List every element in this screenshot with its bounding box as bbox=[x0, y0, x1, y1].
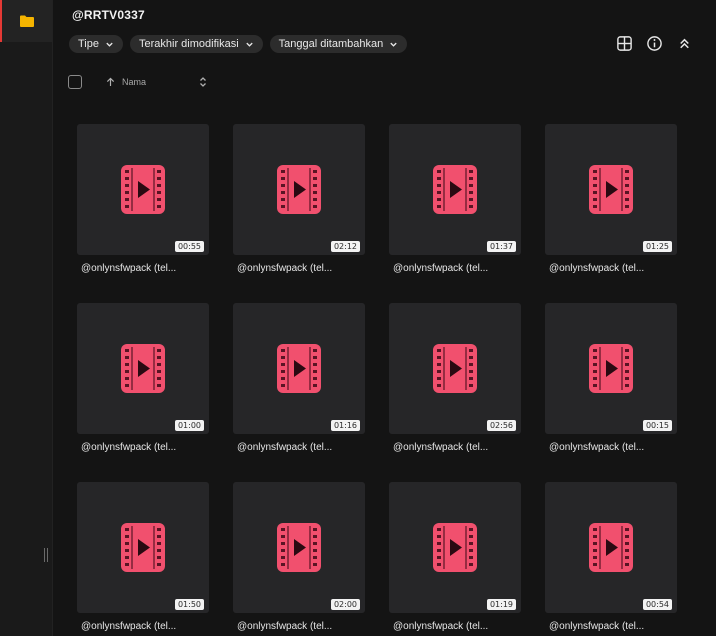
duration-badge: 01:19 bbox=[486, 599, 516, 610]
video-file-icon bbox=[277, 344, 321, 393]
file-name: @onlynsfwpack (tel... bbox=[81, 263, 177, 274]
video-file-icon bbox=[589, 344, 633, 393]
video-file-icon bbox=[121, 344, 165, 393]
video-thumbnail[interactable]: 02:00 bbox=[233, 482, 365, 613]
info-icon bbox=[647, 36, 662, 51]
arrow-up-icon bbox=[106, 77, 115, 87]
video-file-icon bbox=[433, 344, 477, 393]
video-thumbnail[interactable]: 00:55 bbox=[77, 124, 209, 255]
duration-badge: 01:00 bbox=[174, 420, 204, 431]
duration-badge: 01:16 bbox=[330, 420, 360, 431]
filter-label: Terakhir dimodifikasi bbox=[139, 38, 239, 50]
sidebar-item-folder[interactable] bbox=[0, 0, 52, 42]
video-file-icon bbox=[277, 165, 321, 214]
sort-bar: Nama bbox=[68, 73, 208, 91]
filter-last-modified[interactable]: Terakhir dimodifikasi bbox=[130, 35, 263, 53]
file-name: @onlynsfwpack (tel... bbox=[393, 442, 489, 453]
file-name: @onlynsfwpack (tel... bbox=[237, 263, 333, 274]
duration-badge: 01:50 bbox=[174, 599, 204, 610]
file-name: @onlynsfwpack (tel... bbox=[393, 263, 489, 274]
duration-badge: 00:54 bbox=[642, 599, 672, 610]
collapse-icon bbox=[680, 38, 689, 49]
filter-label: Tanggal ditambahkan bbox=[278, 38, 384, 50]
page-title: @RRTV0337 bbox=[72, 8, 145, 22]
sort-column-name[interactable]: Nama bbox=[106, 77, 146, 87]
video-file-icon bbox=[277, 523, 321, 572]
file-name: @onlynsfwpack (tel... bbox=[81, 621, 177, 632]
duration-badge: 00:55 bbox=[174, 241, 204, 252]
duration-badge: 02:56 bbox=[486, 420, 516, 431]
filter-label: Tipe bbox=[78, 38, 99, 50]
video-thumbnail[interactable]: 00:15 bbox=[545, 303, 677, 434]
chevron-down-icon bbox=[106, 42, 113, 47]
file-name: @onlynsfwpack (tel... bbox=[549, 621, 645, 632]
chevron-down-icon bbox=[390, 42, 397, 47]
sort-column-label: Nama bbox=[122, 77, 147, 87]
file-name: @onlynsfwpack (tel... bbox=[81, 442, 177, 453]
video-thumbnail[interactable]: 01:00 bbox=[77, 303, 209, 434]
video-thumbnail[interactable]: 01:25 bbox=[545, 124, 677, 255]
view-actions bbox=[616, 35, 693, 52]
duration-badge: 01:25 bbox=[642, 241, 672, 252]
video-file-icon bbox=[121, 165, 165, 214]
video-file-icon bbox=[589, 165, 633, 214]
duration-badge: 01:37 bbox=[486, 241, 516, 252]
video-thumbnail[interactable]: 00:54 bbox=[545, 482, 677, 613]
grid-view-icon bbox=[617, 36, 632, 51]
filter-date-added[interactable]: Tanggal ditambahkan bbox=[269, 35, 408, 53]
file-name: @onlynsfwpack (tel... bbox=[393, 621, 489, 632]
collapse-button[interactable] bbox=[676, 35, 693, 52]
sidebar-resize-handle[interactable] bbox=[44, 548, 50, 562]
video-thumbnail[interactable]: 01:50 bbox=[77, 482, 209, 613]
duration-badge: 02:12 bbox=[330, 241, 360, 252]
duration-badge: 00:15 bbox=[642, 420, 672, 431]
video-thumbnail[interactable]: 01:16 bbox=[233, 303, 365, 434]
video-file-icon bbox=[121, 523, 165, 572]
grid-view-button[interactable] bbox=[616, 35, 633, 52]
video-thumbnail[interactable]: 01:19 bbox=[389, 482, 521, 613]
video-file-icon bbox=[433, 165, 477, 214]
filter-type[interactable]: Tipe bbox=[69, 35, 123, 53]
video-thumbnail[interactable]: 01:37 bbox=[389, 124, 521, 255]
main-panel: @RRTV0337 Tipe Terakhir dimodifikasi Tan… bbox=[53, 0, 716, 636]
sort-updown-icon bbox=[200, 77, 206, 87]
file-name: @onlynsfwpack (tel... bbox=[237, 442, 333, 453]
info-button[interactable] bbox=[646, 35, 663, 52]
sidebar bbox=[0, 0, 53, 636]
filter-bar: Tipe Terakhir dimodifikasi Tanggal ditam… bbox=[69, 35, 408, 53]
video-file-icon bbox=[433, 523, 477, 572]
sort-order-toggle[interactable] bbox=[198, 76, 208, 88]
video-file-icon bbox=[589, 523, 633, 572]
chevron-down-icon bbox=[245, 42, 253, 47]
select-all-checkbox[interactable] bbox=[68, 75, 82, 89]
video-thumbnail[interactable]: 02:12 bbox=[233, 124, 365, 255]
file-name: @onlynsfwpack (tel... bbox=[549, 263, 645, 274]
file-name: @onlynsfwpack (tel... bbox=[549, 442, 645, 453]
file-name: @onlynsfwpack (tel... bbox=[237, 621, 333, 632]
video-thumbnail[interactable]: 02:56 bbox=[389, 303, 521, 434]
folder-icon bbox=[20, 15, 34, 27]
duration-badge: 02:00 bbox=[330, 599, 360, 610]
